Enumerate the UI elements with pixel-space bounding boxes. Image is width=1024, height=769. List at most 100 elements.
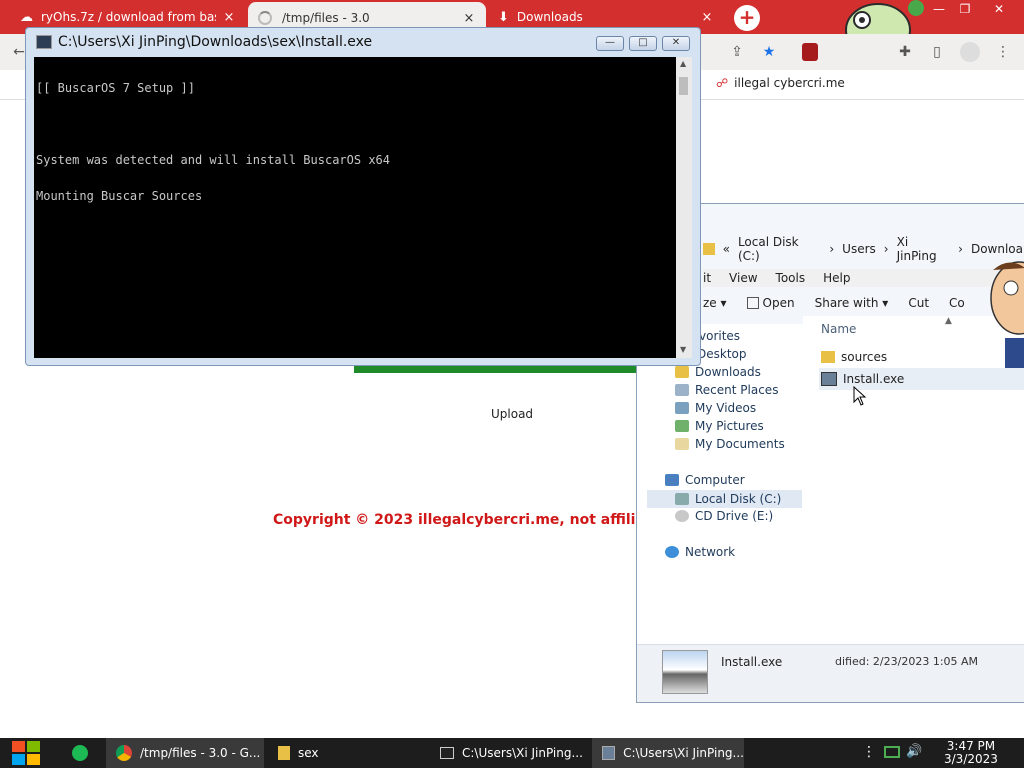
spotify-icon[interactable] xyxy=(72,745,88,761)
console-window[interactable]: C:\Users\Xi JinPing\Downloads\sex\Instal… xyxy=(25,27,701,366)
maximize-button[interactable]: □ xyxy=(629,36,657,51)
console-output[interactable]: [[ BuscarOS 7 Setup ]] System was detect… xyxy=(34,57,692,358)
cut-button[interactable]: Cut xyxy=(908,296,929,310)
column-header-name[interactable]: Name xyxy=(821,322,856,336)
nav-computer[interactable]: Computer xyxy=(665,473,745,487)
file-thumbnail-icon xyxy=(662,650,708,694)
tab-close-button[interactable]: × xyxy=(222,10,236,25)
taskbar: /tmp/files - 3.0 - G... sex C:\Users\Xi … xyxy=(0,738,1024,768)
nav-my-pictures[interactable]: My Pictures xyxy=(675,419,764,433)
scroll-down-icon[interactable]: ▼ xyxy=(680,345,686,354)
list-item[interactable]: sources xyxy=(821,350,887,364)
profile-avatar-icon[interactable] xyxy=(960,42,980,62)
upload-button[interactable]: Upload xyxy=(491,407,533,421)
scroll-thumb[interactable] xyxy=(679,77,688,95)
taskbar-item-folder[interactable]: sex xyxy=(268,738,428,768)
console-line: Mounting Buscar Sources xyxy=(36,189,203,203)
nav-label: CD Drive (E:) xyxy=(695,509,774,523)
recent-places-icon xyxy=(675,384,689,396)
cartoon-face-icon xyxy=(989,258,1024,374)
breadcrumb-local-disk[interactable]: Local Disk (C:) xyxy=(738,235,821,263)
breadcrumb-downloads[interactable]: Downloa xyxy=(971,242,1023,256)
explorer-menubar: it View Tools Help xyxy=(703,269,1024,287)
nav-my-videos[interactable]: My Videos xyxy=(675,401,756,415)
extensions-icon[interactable]: ✚ xyxy=(896,43,914,61)
taskbar-item-installer[interactable]: C:\Users\Xi JinPing... xyxy=(592,738,744,768)
taskbar-item-chrome[interactable]: /tmp/files - 3.0 - G... xyxy=(106,738,264,768)
pictures-icon xyxy=(675,420,689,432)
console-app-icon xyxy=(36,35,52,49)
nav-my-documents[interactable]: My Documents xyxy=(675,437,785,451)
overflow-dots-icon[interactable]: ⋮ xyxy=(862,744,876,760)
tab-title: ryOhs.7z / download from bash xyxy=(41,10,216,24)
share-with-button[interactable]: Share with ▾ xyxy=(815,296,889,310)
new-tab-button[interactable]: + xyxy=(734,5,760,31)
tab-close-button[interactable]: × xyxy=(462,11,476,26)
menu-view[interactable]: View xyxy=(729,271,757,285)
volume-icon[interactable]: 🔊 xyxy=(906,744,922,759)
file-name: sources xyxy=(841,350,888,364)
details-filename: Install.exe xyxy=(721,655,783,669)
taskbar-item-console[interactable]: C:\Users\Xi JinPing... xyxy=(430,738,590,768)
minimize-button[interactable]: — xyxy=(596,36,624,51)
breadcrumb-users[interactable]: Users xyxy=(842,242,876,256)
console-scrollbar[interactable]: ▲ ▼ xyxy=(676,57,692,358)
chrome-icon xyxy=(116,745,132,761)
mouse-cursor-icon xyxy=(853,385,867,409)
network-status-icon[interactable] xyxy=(884,746,900,758)
nav-label: Local Disk (C:) xyxy=(695,492,782,506)
breadcrumb-separator: › xyxy=(883,242,889,256)
loading-spinner-icon xyxy=(258,11,272,25)
clock[interactable]: 3:47 PM 3/3/2023 xyxy=(944,740,998,766)
tab-close-button[interactable]: × xyxy=(700,10,714,25)
organize-button[interactable]: ze ▾ xyxy=(703,296,727,310)
network-icon xyxy=(665,546,679,558)
menu-tools[interactable]: Tools xyxy=(776,271,806,285)
menu-edit[interactable]: it xyxy=(703,271,711,285)
cd-drive-icon xyxy=(675,510,689,522)
breadcrumb[interactable]: « Local Disk (C:) › Users › Xi JinPing ›… xyxy=(703,235,1023,263)
taskbar-label: /tmp/files - 3.0 - G... xyxy=(140,746,261,760)
console-line: System was detected and will install Bus… xyxy=(36,153,391,167)
nav-label: My Videos xyxy=(695,401,757,415)
ublock-icon[interactable] xyxy=(802,43,818,61)
nav-recent-places[interactable]: Recent Places xyxy=(675,383,778,397)
close-button[interactable]: ✕ xyxy=(662,36,690,51)
copy-button[interactable]: Co xyxy=(949,296,965,310)
explorer-commandbar: ze ▾ Open Share with ▾ Cut Co xyxy=(703,290,1024,316)
bookmark-item[interactable]: ☍ illegal cybercri.me xyxy=(716,76,845,90)
sidepanel-icon[interactable]: ▯ xyxy=(928,43,946,61)
nav-cd-drive[interactable]: CD Drive (E:) xyxy=(675,509,773,523)
nav-network[interactable]: Network xyxy=(665,545,735,559)
close-button[interactable]: ✕ xyxy=(982,0,1016,18)
progress-bar xyxy=(354,366,644,373)
breadcrumb-back[interactable]: « xyxy=(723,242,730,256)
downloads-folder-icon xyxy=(675,366,689,378)
open-button[interactable]: Open xyxy=(746,296,795,310)
taskbar-label: sex xyxy=(298,746,319,760)
breadcrumb-user[interactable]: Xi JinPing xyxy=(897,235,951,263)
tab-title: /tmp/files - 3.0 xyxy=(282,11,370,25)
bookmark-star-icon[interactable]: ★ xyxy=(760,43,778,61)
nav-downloads[interactable]: Downloads xyxy=(675,365,761,379)
taskbar-label: C:\Users\Xi JinPing... xyxy=(462,746,583,760)
open-icon xyxy=(746,297,759,309)
application-icon xyxy=(821,372,837,386)
share-icon[interactable]: ⇪ xyxy=(728,43,746,61)
installer-icon xyxy=(602,746,616,760)
restore-button[interactable]: ❐ xyxy=(948,0,982,18)
download-arrow-icon: ⬇ xyxy=(498,9,509,25)
nav-favorites[interactable]: vorites xyxy=(699,329,740,343)
documents-icon xyxy=(675,438,689,450)
nav-label: vorites xyxy=(699,329,741,343)
windows-logo-icon xyxy=(12,741,40,765)
scroll-up-icon[interactable]: ▲ xyxy=(680,59,686,68)
folder-icon xyxy=(703,243,715,255)
start-button[interactable] xyxy=(10,740,42,766)
nav-local-disk[interactable]: Local Disk (C:) xyxy=(647,490,802,508)
nav-label: My Documents xyxy=(695,437,785,451)
menu-dots-icon[interactable]: ⋮ xyxy=(994,43,1012,61)
menu-help[interactable]: Help xyxy=(823,271,850,285)
computer-icon xyxy=(665,474,679,486)
